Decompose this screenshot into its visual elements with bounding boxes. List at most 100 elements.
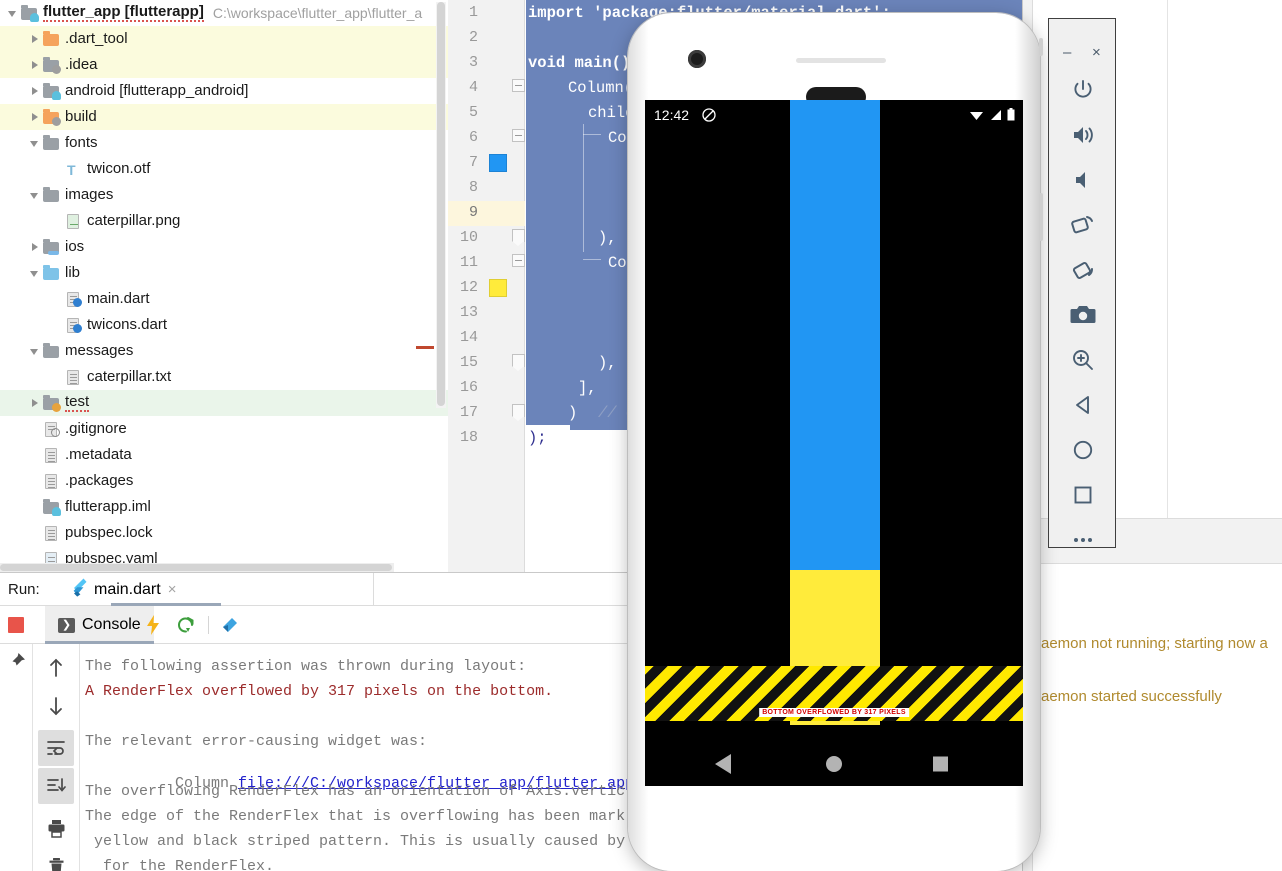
tree-row[interactable]: messages bbox=[0, 338, 448, 364]
code-fold-toggle[interactable] bbox=[512, 254, 526, 268]
tree-row[interactable]: .idea bbox=[0, 52, 448, 78]
chevron-down-icon[interactable] bbox=[28, 188, 42, 202]
scrollbar-thumb[interactable] bbox=[0, 564, 392, 571]
tree-row[interactable]: images bbox=[0, 182, 448, 208]
emulator-toolbar[interactable]: – × bbox=[1048, 18, 1116, 548]
line-number: 4 bbox=[468, 79, 478, 96]
code-fold-toggle[interactable] bbox=[512, 404, 526, 421]
power-icon[interactable] bbox=[1049, 67, 1117, 112]
console-line: for the RenderFlex. bbox=[85, 858, 275, 871]
close-icon[interactable]: × bbox=[168, 581, 177, 598]
tree-item-label: caterpillar.txt bbox=[87, 368, 172, 385]
volume-down-icon[interactable] bbox=[1049, 157, 1117, 202]
emulator-minimize-button[interactable]: – bbox=[1063, 44, 1071, 61]
volume-button[interactable] bbox=[1039, 38, 1043, 56]
project-tool-window[interactable]: flutter_app [flutterapp] C:\workspace\fl… bbox=[0, 0, 448, 572]
tree-row[interactable]: twicons.dart bbox=[0, 312, 448, 338]
tree-row[interactable]: ios bbox=[0, 234, 448, 260]
emulator-close-button[interactable]: × bbox=[1092, 44, 1101, 61]
line-number: 13 bbox=[459, 304, 478, 321]
restart-icon[interactable] bbox=[176, 615, 196, 635]
line-number: 1 bbox=[468, 4, 478, 21]
tree-row-root[interactable]: flutter_app [flutterapp] C:\workspace\fl… bbox=[0, 0, 448, 26]
stop-button[interactable] bbox=[8, 617, 24, 633]
tree-row[interactable]: .gitignore bbox=[0, 416, 448, 442]
tree-item-label: .packages bbox=[65, 472, 134, 489]
volume-up-icon[interactable] bbox=[1049, 112, 1117, 157]
project-tree[interactable]: .dart_tool .idea android [flutterapp_andro… bbox=[0, 26, 448, 572]
chevron-down-icon[interactable] bbox=[28, 136, 42, 150]
chevron-right-icon[interactable] bbox=[28, 58, 42, 72]
soft-wrap-icon[interactable] bbox=[38, 730, 74, 766]
down-arrow-icon[interactable] bbox=[38, 688, 74, 724]
thunder-icon[interactable] bbox=[145, 615, 165, 635]
console-glyph-icon: ❯ bbox=[58, 617, 75, 633]
scroll-to-end-icon[interactable] bbox=[38, 768, 74, 804]
code-fold-toggle[interactable] bbox=[512, 229, 526, 246]
tree-row[interactable]: build bbox=[0, 104, 448, 130]
zoom-icon[interactable] bbox=[1049, 337, 1117, 382]
error-marker[interactable] bbox=[416, 346, 434, 349]
overview-icon[interactable] bbox=[1049, 472, 1117, 517]
back-icon[interactable] bbox=[1049, 382, 1117, 427]
rotate-right-icon[interactable] bbox=[1049, 247, 1117, 292]
chevron-right-icon[interactable] bbox=[28, 84, 42, 98]
project-horizontal-scrollbar[interactable] bbox=[0, 563, 394, 572]
more-icon[interactable] bbox=[1049, 517, 1117, 562]
tree-row[interactable]: caterpillar.png bbox=[0, 208, 448, 234]
tree-row[interactable]: caterpillar.txt bbox=[0, 364, 448, 390]
tree-row[interactable]: test bbox=[0, 390, 448, 416]
editor-gutter[interactable]: 1 2 3 4 5 6 7 8 9 10 11 12 13 14 15 16 17 18 bbox=[448, 0, 525, 572]
tree-item-label: main.dart bbox=[87, 290, 150, 307]
run-gutter-rail[interactable] bbox=[33, 644, 80, 871]
home-icon[interactable] bbox=[1049, 427, 1117, 472]
folder-build-icon bbox=[42, 109, 61, 126]
screenshot-icon[interactable] bbox=[1049, 292, 1117, 337]
trash-icon[interactable] bbox=[38, 848, 74, 871]
nav-home-icon[interactable] bbox=[826, 755, 842, 772]
tree-row[interactable]: .metadata bbox=[0, 442, 448, 468]
dart-devtools-icon[interactable] bbox=[220, 615, 240, 635]
tab-console[interactable]: ❯ Console bbox=[45, 606, 154, 644]
tree-row[interactable]: Ttwicon.otf bbox=[0, 156, 448, 182]
up-arrow-icon[interactable] bbox=[38, 650, 74, 686]
tree-row[interactable]: .dart_tool bbox=[0, 26, 448, 52]
tree-row[interactable]: android [flutterapp_android] bbox=[0, 78, 448, 104]
nav-back-icon[interactable] bbox=[715, 753, 731, 774]
color-swatch[interactable] bbox=[489, 279, 507, 297]
android-emulator-device[interactable]: BOTTOM OVERFLOWED BY 317 PIXELS 12:42 bbox=[628, 13, 1043, 871]
android-nav-bar[interactable] bbox=[645, 741, 1023, 786]
folder-idea-icon bbox=[42, 57, 61, 74]
chevron-down-icon[interactable] bbox=[6, 6, 20, 20]
chevron-right-icon[interactable] bbox=[28, 110, 42, 124]
chevron-right-icon[interactable] bbox=[28, 240, 42, 254]
chevron-down-icon[interactable] bbox=[28, 344, 42, 358]
emulator-screen[interactable]: BOTTOM OVERFLOWED BY 317 PIXELS 12:42 bbox=[645, 100, 1023, 786]
nav-recents-icon[interactable] bbox=[933, 756, 948, 771]
rotate-left-icon[interactable] bbox=[1049, 202, 1117, 247]
tree-item-label: lib bbox=[65, 264, 81, 281]
code-fold-toggle[interactable] bbox=[512, 79, 526, 93]
tree-row[interactable]: fonts bbox=[0, 130, 448, 156]
tree-item-label: ios bbox=[65, 238, 85, 255]
tree-row[interactable]: pubspec.lock bbox=[0, 520, 448, 546]
code-fold-toggle[interactable] bbox=[512, 354, 526, 371]
run-side-rail[interactable] bbox=[0, 644, 33, 871]
image-file-icon bbox=[64, 213, 82, 229]
color-swatch[interactable] bbox=[489, 154, 507, 172]
tree-row[interactable]: lib bbox=[0, 260, 448, 286]
tree-row[interactable]: .packages bbox=[0, 468, 448, 494]
run-tab-main-dart[interactable]: main.dart × bbox=[58, 573, 221, 606]
tree-row[interactable]: main.dart bbox=[0, 286, 448, 312]
tree-row[interactable]: flutterapp.iml bbox=[0, 494, 448, 520]
project-root-path: C:\workspace\flutter_app\flutter_a bbox=[212, 5, 423, 21]
print-icon[interactable] bbox=[38, 810, 74, 846]
power-button[interactable] bbox=[1039, 193, 1043, 241]
tree-item-label: .metadata bbox=[65, 446, 132, 463]
code-line-18: ); bbox=[528, 429, 547, 447]
code-fold-toggle[interactable] bbox=[512, 129, 526, 143]
chevron-down-icon[interactable] bbox=[28, 266, 42, 280]
chevron-right-icon[interactable] bbox=[28, 396, 42, 410]
chevron-right-icon[interactable] bbox=[28, 32, 42, 46]
pin-icon[interactable] bbox=[7, 652, 26, 676]
